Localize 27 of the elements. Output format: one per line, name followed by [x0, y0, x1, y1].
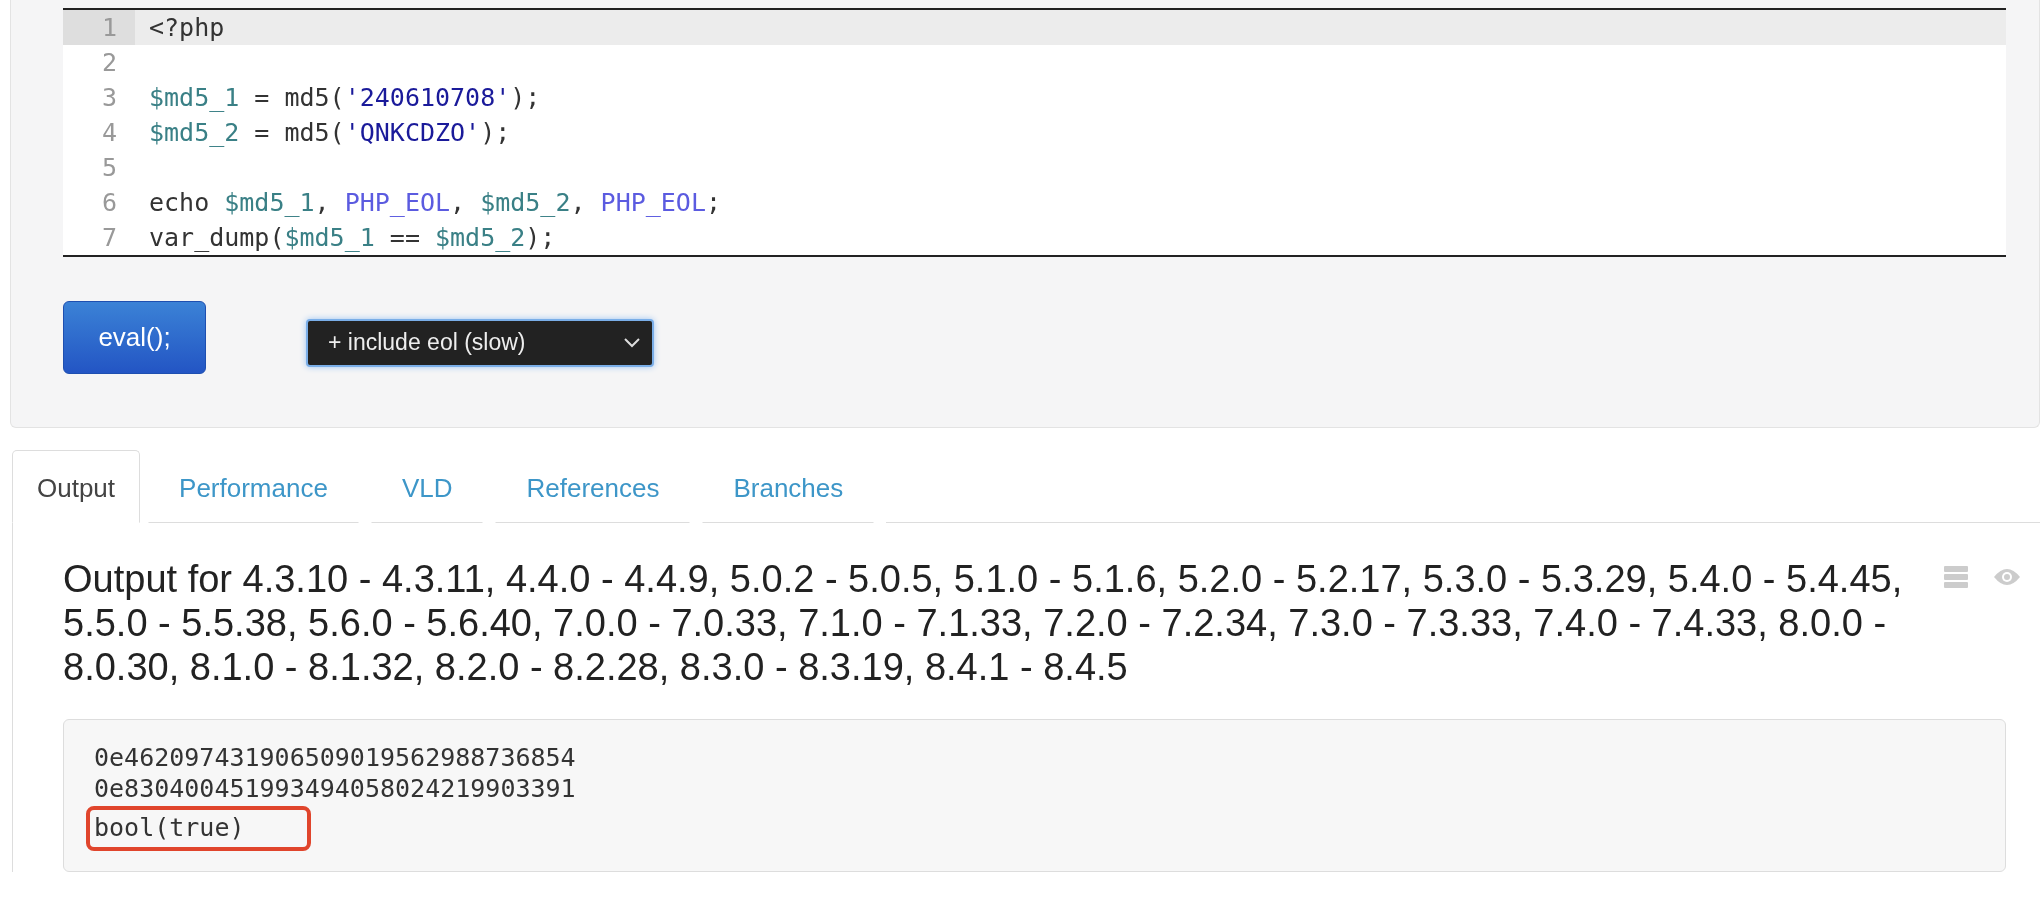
- tab[interactable]: VLD: [370, 452, 484, 523]
- eye-icon[interactable]: [1993, 567, 2021, 587]
- output-line: 0e830400451993494058024219903391: [94, 773, 576, 804]
- line-number: 1: [63, 10, 135, 45]
- line-number: 2: [100, 48, 118, 77]
- code-text: echo $md5_1, PHP_EOL, $md5_2, PHP_EOL;: [148, 188, 721, 217]
- line-number: 3: [100, 83, 118, 112]
- output-line: 0e462097431906509019562988736854: [94, 742, 576, 773]
- list-icon[interactable]: [1943, 565, 1969, 589]
- tab[interactable]: Performance: [148, 452, 359, 523]
- code-editor[interactable]: 1 <?php 2 3 $md5_1 = md5('240610708'); 4 $md5_2 = md5('QNKCDZO'); 5 6 echo $md5_1, PHP_EOL, $md5_2, PHP_EOL; 7 var_dump($md5_1 == $md5_2);: [63, 8, 2006, 257]
- code-text: var_dump($md5_1 == $md5_2);: [148, 223, 556, 252]
- output-heading: Output for 4.3.10 - 4.3.11, 4.4.0 - 4.4.9, 5.0.2 - 5.0.5, 5.1.0 - 5.1.6, 5.2.0 - 5.2.17, 5.3.0 - 5.3.29, 5.4.0 - 5.4.45, 5.5.0 - 5.5.38, 5.6.0 - 5.6.40, 7.0.0 - 7.0.33, 7.1.0 - 7.1.33, 7.2.0 - 7.2.34, 7.3.0 - 7.3.33, 7.4.0 - 7.4.33, 8.0.0 - 8.0.30, 8.1.0 - 8.1.32, 8.2.0 - 8.2.28, 8.3.0 - 8.3.19, 8.4.1 - 8.4.5: [63, 557, 1904, 689]
- code-text: $md5_1 = md5('240610708');: [148, 83, 541, 112]
- line-number: 7: [100, 223, 118, 252]
- eval-button[interactable]: eval();: [63, 301, 206, 374]
- tab[interactable]: Branches: [702, 452, 875, 523]
- caret-icon: [624, 337, 640, 348]
- line-number: 4: [100, 118, 118, 147]
- line-number: 5: [100, 153, 118, 182]
- code-text: <?php: [148, 13, 225, 42]
- tab[interactable]: References: [495, 452, 691, 523]
- tab[interactable]: Output: [12, 450, 141, 523]
- line-number: 6: [100, 188, 118, 217]
- dropdown-value: + include eol (slow): [328, 329, 526, 356]
- mode-dropdown[interactable]: + include eol (slow): [306, 318, 654, 367]
- code-text: $md5_2 = md5('QNKCDZO');: [148, 118, 511, 147]
